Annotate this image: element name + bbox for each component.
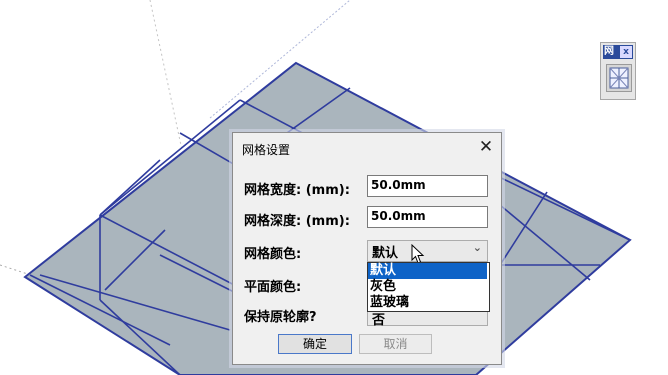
dropdown-option[interactable]: 灰色 xyxy=(368,279,487,295)
chevron-down-icon: ⌄ xyxy=(472,241,482,254)
grid-color-label: 网格颜色: xyxy=(244,247,302,262)
grid-tool-button[interactable] xyxy=(606,64,632,92)
grid-toolbar: 网 x xyxy=(600,42,636,100)
grid-color-dropdown-list: 默认 灰色 蓝玻璃 xyxy=(367,262,490,312)
grid-color-selected: 默认 xyxy=(372,246,399,261)
ok-button[interactable]: 确定 xyxy=(278,334,352,354)
grid-icon xyxy=(609,67,629,89)
grid-depth-value: 50.0mm xyxy=(371,209,426,223)
grid-color-select[interactable]: 默认 ⌄ xyxy=(367,240,488,262)
grid-width-label: 网格宽度: (mm): xyxy=(244,183,350,198)
close-icon[interactable]: ✕ xyxy=(478,138,494,156)
grid-depth-label: 网格深度: (mm): xyxy=(244,214,350,229)
grid-width-value: 50.0mm xyxy=(371,178,426,192)
keep-outline-label: 保持原轮廓? xyxy=(244,310,317,325)
dropdown-option[interactable]: 蓝玻璃 xyxy=(368,295,487,311)
toolbar-title: 网 xyxy=(604,46,614,57)
grid-depth-input[interactable]: 50.0mm xyxy=(367,206,488,228)
grid-width-input[interactable]: 50.0mm xyxy=(367,175,488,197)
dropdown-option[interactable]: 默认 xyxy=(368,263,487,279)
cancel-button[interactable]: 取消 xyxy=(359,334,432,354)
plane-color-label: 平面颜色: xyxy=(244,280,302,295)
dialog-title: 网格设置 xyxy=(242,143,291,157)
toolbar-header: 网 x xyxy=(603,45,633,59)
close-icon[interactable]: x xyxy=(620,46,632,58)
